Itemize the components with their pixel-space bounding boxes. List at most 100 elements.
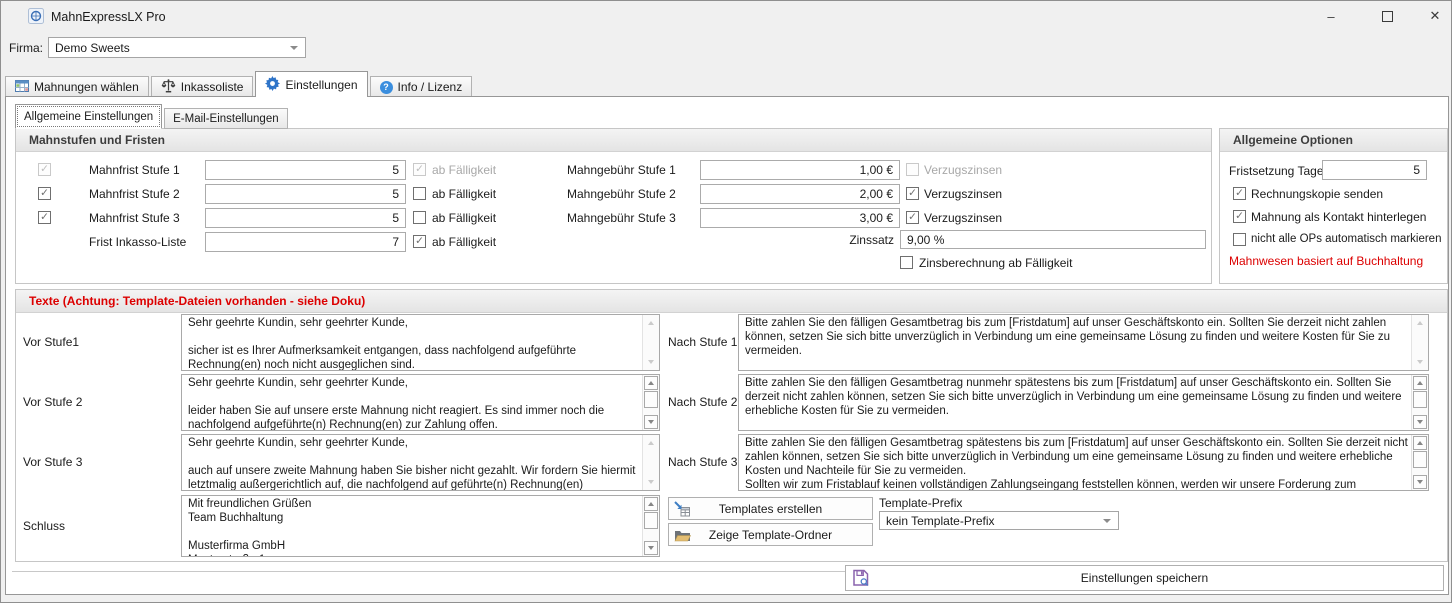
scroll-down-icon[interactable] [644,415,658,429]
mahngebuehr-stufe2-input[interactable]: 2,00 € [700,184,900,204]
vor-stufe3-label: Vor Stufe 3 [23,455,82,469]
minimize-icon: – [1327,9,1334,24]
stufe2-ab-faelligkeit-checkbox[interactable]: ✓ [413,187,426,200]
tab-mahnungen-waehlen[interactable]: Mahnungen wählen [5,76,149,97]
subtab-allgemeine-einstellungen[interactable]: Allgemeine Einstellungen [15,104,162,129]
stufe2-enabled-checkbox[interactable]: ✓ [38,187,51,200]
stufe3-ab-faelligkeit-label: ab Fälligkeit [432,211,496,225]
nach-stufe2-textarea[interactable]: Bitte zahlen Sie den fälligen Gesamtbetr… [738,374,1429,431]
scroll-up-icon[interactable] [1413,316,1427,330]
tab-label: Inkassoliste [181,80,244,94]
zinsberechnung-label: Zinsberechnung ab Fälligkeit [919,256,1072,270]
vor-stufe1-textarea[interactable]: Sehr geehrte Kundin, sehr geehrter Kunde… [181,314,660,371]
zeige-template-ordner-button[interactable]: Zeige Template-Ordner [668,523,873,546]
stufe3-ab-faelligkeit-checkbox[interactable]: ✓ [413,211,426,224]
button-label: Zeige Template-Ordner [709,528,832,542]
scrollbar[interactable] [642,315,659,370]
tab-inkassoliste[interactable]: Inkassoliste [151,76,254,97]
nach-stufe3-textarea[interactable]: Bitte zahlen Sie den fälligen Gesamtbetr… [738,434,1429,491]
check-icon: ✓ [1235,211,1244,222]
schluss-textarea[interactable]: Mit freundlichen Grüßen Team Buchhaltung… [181,495,660,557]
tab-label: Einstellungen [285,78,357,92]
tab-info-lizenz[interactable]: ? Info / Lizenz [370,76,473,97]
firma-select[interactable]: Demo Sweets [48,37,306,58]
frist-inkasso-liste-input[interactable]: 7 [205,232,406,252]
scales-icon [161,79,176,96]
group-title: Texte (Achtung: Template-Dateien vorhand… [29,294,365,308]
stufe1-verzugszinsen-checkbox[interactable]: ✓ [906,163,919,176]
scrollbar[interactable] [642,375,659,430]
scrollbar[interactable] [1411,375,1428,430]
mahnfrist-stufe2-input[interactable]: 5 [205,184,406,204]
scrollbar-thumb[interactable] [644,391,658,408]
settings-subtabs: Allgemeine Einstellungen E-Mail-Einstell… [15,104,290,129]
check-icon: ✓ [40,164,49,175]
scrollbar[interactable] [642,435,659,490]
stufe3-enabled-checkbox[interactable]: ✓ [38,211,51,224]
tab-einstellungen[interactable]: Einstellungen [255,71,367,97]
fristsetzung-tage-input[interactable]: 5 [1322,160,1427,180]
scroll-up-icon[interactable] [644,497,658,511]
scroll-up-icon[interactable] [644,436,658,450]
scroll-down-icon[interactable] [1413,475,1427,489]
subtab-email-einstellungen[interactable]: E-Mail-Einstellungen [164,108,287,129]
title-bar: MahnExpressLX Pro – ✕ [1,1,1451,31]
scroll-down-icon[interactable] [644,475,658,489]
scroll-down-icon[interactable] [644,355,658,369]
vor-stufe3-textarea[interactable]: Sehr geehrte Kundin, sehr geehrter Kunde… [181,434,660,491]
scroll-down-icon[interactable] [1413,415,1427,429]
mahnung-kontakt-checkbox[interactable]: ✓ [1233,210,1246,223]
rechnungskopie-checkbox[interactable]: ✓ [1233,187,1246,200]
stufe1-verzugszinsen-label: Verzugszinsen [924,163,1002,177]
template-prefix-select[interactable]: kein Template-Prefix [879,511,1119,530]
mahngebuehr-stufe3-input[interactable]: 3,00 € [700,208,900,228]
template-prefix-label: Template-Prefix [879,496,962,510]
fristsetzung-tage-label: Fristsetzung Tage [1229,164,1324,178]
scrollbar[interactable] [1411,315,1428,370]
einstellungen-speichern-button[interactable]: Einstellungen speichern [845,565,1444,591]
scroll-up-icon[interactable] [644,316,658,330]
group-header: Mahnstufen und Fristen [16,129,1211,152]
subtab-label: E-Mail-Einstellungen [173,113,278,125]
stufe2-verzugszinsen-label: Verzugszinsen [924,187,1002,201]
nach-stufe1-textarea[interactable]: Bitte zahlen Sie den fälligen Gesamtbetr… [738,314,1429,371]
maximize-button[interactable] [1372,6,1402,26]
mahnfrist-stufe1-input[interactable]: 5 [205,160,406,180]
zinssatz-input[interactable]: 9,00 % [900,230,1206,249]
scrollbar[interactable] [1411,435,1428,490]
scroll-up-icon[interactable] [644,376,658,390]
nach-stufe1-label: Nach Stufe 1 [668,335,737,349]
subtab-label: Allgemeine Einstellungen [24,111,153,123]
inkasso-ab-faelligkeit-checkbox[interactable]: ✓ [413,235,426,248]
scrollbar-thumb[interactable] [1413,451,1427,468]
scrollbar-thumb[interactable] [1413,391,1427,408]
stufe1-ab-faelligkeit-label: ab Fälligkeit [432,163,496,177]
stufe2-verzugszinsen-checkbox[interactable]: ✓ [906,187,919,200]
check-icon: ✓ [40,188,49,199]
scroll-down-icon[interactable] [644,541,658,555]
vor-stufe2-textarea[interactable]: Sehr geehrte Kundin, sehr geehrter Kunde… [181,374,660,431]
stufe3-verzugszinsen-checkbox[interactable]: ✓ [906,211,919,224]
close-button[interactable]: ✕ [1420,6,1450,26]
templates-erstellen-button[interactable]: Templates erstellen [668,497,873,520]
stufe3-verzugszinsen-label: Verzugszinsen [924,211,1002,225]
scroll-down-icon[interactable] [1413,355,1427,369]
scroll-up-icon[interactable] [1413,436,1427,450]
minimize-button[interactable]: – [1316,6,1346,26]
zinsberechnung-checkbox[interactable]: ✓ [900,256,913,269]
mahnwesen-hinweis: Mahnwesen basiert auf Buchhaltung [1229,254,1423,268]
nach-stufe3-label: Nach Stufe 3 [668,455,737,469]
save-icon [851,568,871,588]
scrollbar[interactable] [642,496,659,556]
stufe1-enabled-checkbox[interactable]: ✓ [38,163,51,176]
scroll-up-icon[interactable] [1413,376,1427,390]
group-header: Allgemeine Optionen [1220,129,1447,152]
group-header: Texte (Achtung: Template-Dateien vorhand… [16,290,1447,313]
stufe1-ab-faelligkeit-checkbox[interactable]: ✓ [413,163,426,176]
ops-markieren-checkbox[interactable]: ✓ [1233,233,1246,246]
mahnfrist-stufe3-input[interactable]: 5 [205,208,406,228]
mahngebuehr-stufe1-label: Mahngebühr Stufe 1 [567,163,676,177]
mahngebuehr-stufe1-input[interactable]: 1,00 € [700,160,900,180]
help-icon: ? [380,81,393,94]
scrollbar-thumb[interactable] [644,512,658,529]
